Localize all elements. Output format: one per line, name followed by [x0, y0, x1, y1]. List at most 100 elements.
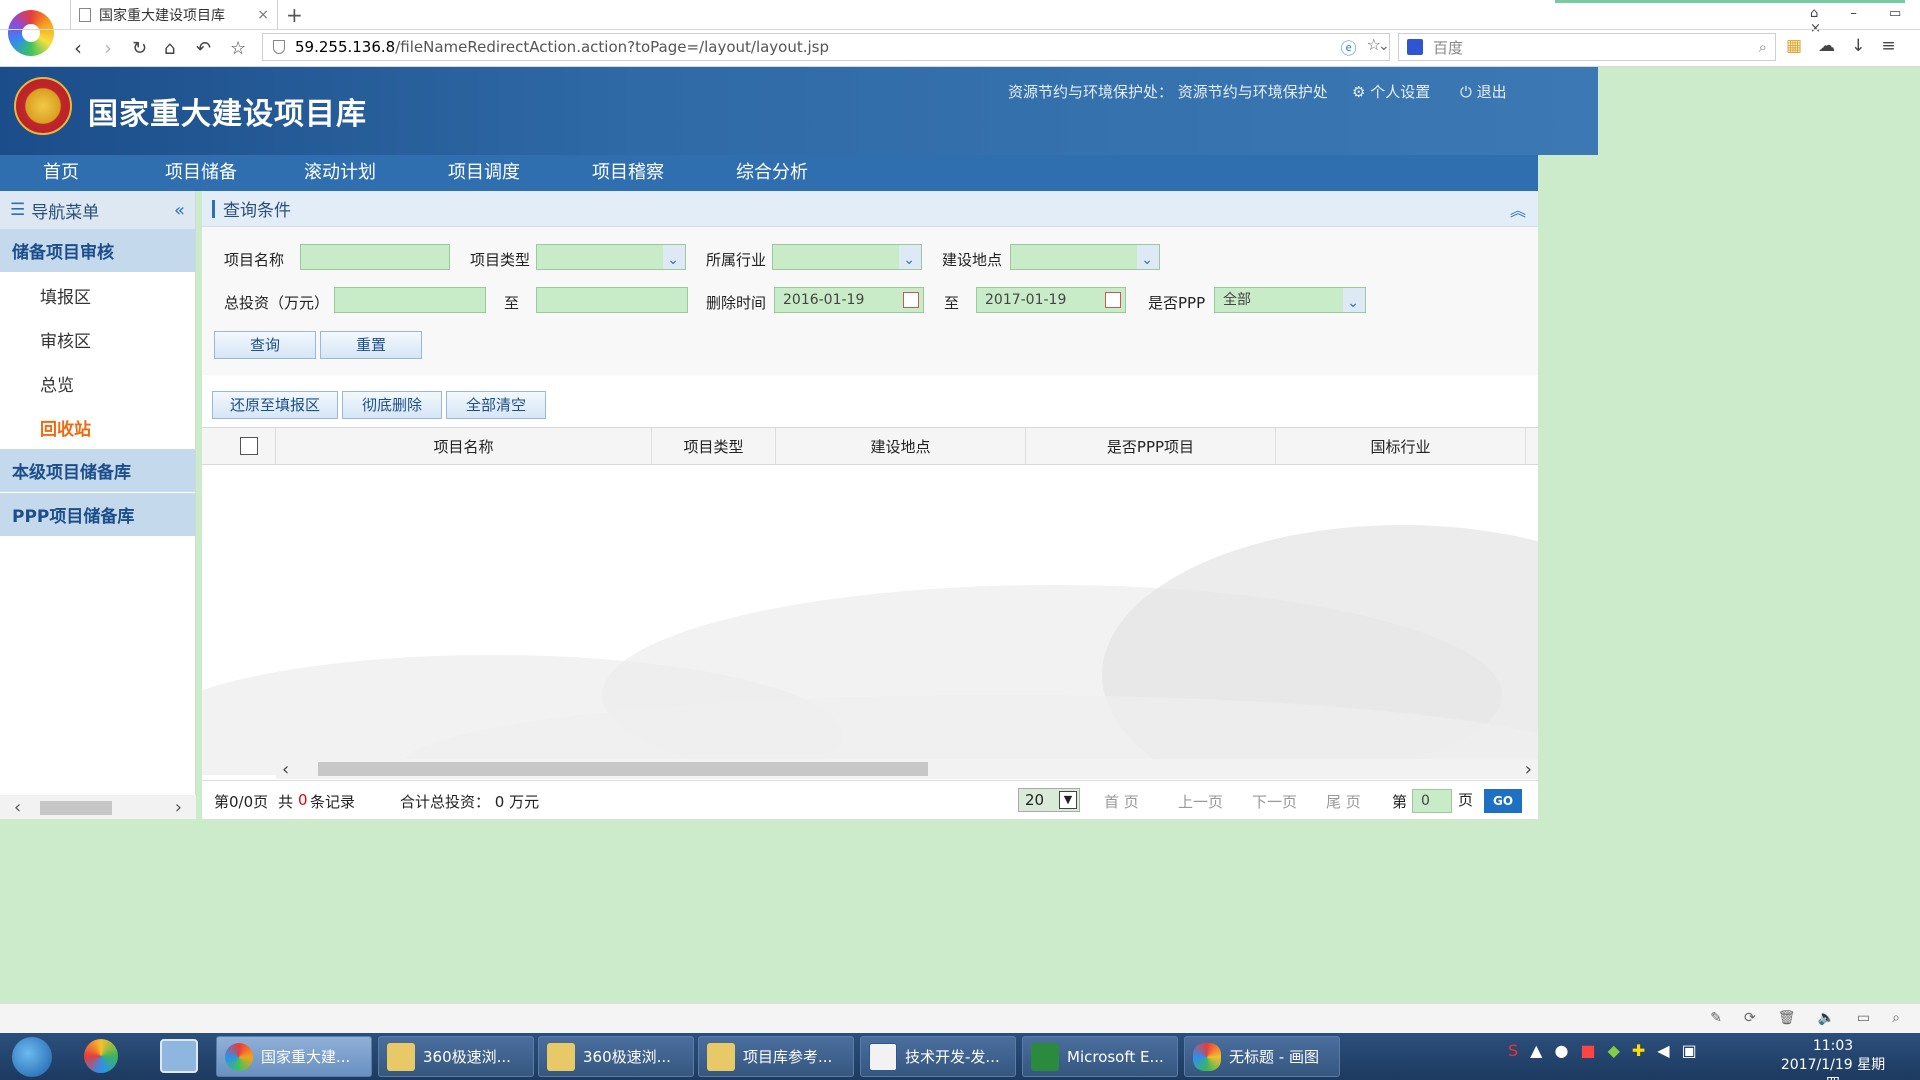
select-all-checkbox[interactable] [239, 437, 258, 455]
start-button[interactable] [12, 1037, 52, 1077]
project-type-select[interactable]: ⌄ [536, 244, 686, 270]
first-page-button[interactable]: 首 页 [1104, 791, 1139, 812]
address-bar[interactable]: 59.255.136.8/fileNameRedirectAction.acti… [262, 33, 1390, 61]
input-method-icon[interactable]: S [1508, 1041, 1518, 1060]
download-icon[interactable]: ↓ [1851, 36, 1865, 56]
taskbar-item[interactable]: 无标题 - 画图 [1184, 1036, 1340, 1077]
clock[interactable]: 11:03 2017/1/19 星期四 [1778, 1037, 1888, 1080]
scroll-left-icon[interactable]: ‹ [282, 759, 289, 780]
new-tab-button[interactable]: + [286, 3, 303, 27]
taskbar-item[interactable]: 国家重大建... [216, 1036, 372, 1077]
search-icon[interactable]: ⌕ [1759, 38, 1767, 56]
volume-icon[interactable]: 🔈 [1817, 1010, 1834, 1026]
collapse-sidebar-icon[interactable]: « [174, 200, 185, 221]
forward-icon[interactable]: › [104, 36, 112, 60]
location-label: 建设地点 [942, 251, 1003, 269]
logout-link[interactable]: ⏻ 退出 [1460, 81, 1507, 102]
search-button[interactable]: 查询 [214, 331, 316, 359]
computer-pinned-icon[interactable] [160, 1039, 198, 1073]
security-icon[interactable]: ◆ [1608, 1041, 1620, 1060]
date-to-input[interactable]: 2017-01-19 [976, 287, 1126, 313]
location-select[interactable]: ⌄ [1010, 244, 1160, 270]
reset-button[interactable]: 重置 [320, 331, 422, 359]
apps-icon[interactable]: ▦ [1786, 36, 1802, 56]
tab-project-reserve[interactable]: 项目储备 [134, 155, 268, 191]
page-size-select[interactable]: 20 ▼ [1018, 788, 1080, 812]
volume-icon[interactable]: ◀ [1657, 1041, 1669, 1060]
tab-project-schedule[interactable]: 项目调度 [412, 155, 556, 191]
browser-pinned-icon[interactable] [84, 1039, 118, 1073]
scroll-left-icon[interactable]: ‹ [14, 797, 21, 818]
sidebar-group-reserve-audit[interactable]: 储备项目审核 [0, 229, 195, 273]
prev-page-button[interactable]: 上一页 [1178, 791, 1223, 812]
column-header[interactable]: 建设地点 [776, 428, 1026, 464]
taskbar-item[interactable]: 项目库参考... [698, 1036, 854, 1077]
ie-mode-icon[interactable]: ⓔ [1341, 35, 1357, 59]
scroll-thumb[interactable] [318, 762, 928, 776]
undo-icon[interactable]: ↶ [196, 38, 211, 59]
qq-icon[interactable]: ● [1554, 1041, 1568, 1060]
column-header[interactable]: 国标行业 [1276, 428, 1526, 464]
home-icon[interactable]: ⌂ [164, 38, 175, 59]
sidebar-group-ppp-reserve[interactable]: PPP项目储备库 [0, 493, 195, 537]
search-input[interactable]: 百度 ⌕ [1398, 33, 1776, 61]
pin-icon[interactable]: ✎ [1710, 1010, 1722, 1026]
sidebar-scrollbar[interactable]: ‹ › [0, 795, 196, 819]
taskbar-item[interactable]: 技术开发-发... [860, 1036, 1016, 1077]
calendar-icon[interactable] [903, 292, 919, 308]
sidebar-item-overview[interactable]: 总览 [0, 361, 195, 405]
restore-button[interactable]: 还原至填报区 [212, 391, 338, 419]
reload-icon[interactable]: ↻ [132, 38, 147, 59]
chevron-down-icon[interactable]: ⌄ [1378, 38, 1390, 54]
folder-icon [387, 1042, 415, 1071]
settings-link[interactable]: ⚙ 个人设置 [1352, 81, 1430, 102]
sidebar-item-fill[interactable]: 填报区 [0, 273, 195, 317]
taskbar-item[interactable]: 360极速浏... [538, 1036, 694, 1077]
zoom-icon[interactable]: ⌕ [1892, 1010, 1900, 1026]
sidebar-group-local-reserve[interactable]: 本级项目储备库 [0, 449, 195, 493]
antivirus-icon[interactable]: ■ [1580, 1041, 1595, 1060]
grid-horizontal-scrollbar[interactable]: ‹ › [276, 759, 1538, 780]
ppp-select[interactable]: 全部 ⌄ [1214, 287, 1366, 313]
scroll-right-icon[interactable]: › [1525, 759, 1532, 780]
tab-rolling-plan[interactable]: 滚动计划 [268, 155, 412, 191]
calendar-icon[interactable] [1105, 292, 1121, 308]
refresh-icon[interactable]: ⟳ [1744, 1010, 1756, 1026]
project-name-input[interactable] [300, 244, 450, 270]
clear-all-button[interactable]: 全部清空 [446, 391, 546, 419]
window-icon[interactable]: ▭ [1857, 1010, 1870, 1026]
industry-select[interactable]: ⌄ [772, 244, 922, 270]
investment-max-input[interactable] [536, 287, 688, 313]
scroll-thumb[interactable] [40, 801, 112, 815]
taskbar-item[interactable]: 360极速浏... [378, 1036, 534, 1077]
column-header[interactable]: 项目类型 [652, 428, 776, 464]
date-from-input[interactable]: 2016-01-19 [774, 287, 924, 313]
investment-min-input[interactable] [334, 287, 486, 313]
sidebar-item-audit[interactable]: 审核区 [0, 317, 195, 361]
go-button[interactable]: GO [1484, 789, 1522, 813]
menu-icon[interactable]: ≡ [1881, 36, 1895, 56]
favorite-star-icon[interactable]: ☆ [230, 38, 246, 59]
column-header[interactable]: 项目名称 [276, 428, 652, 464]
tab-project-inspection[interactable]: 项目稽察 [556, 155, 700, 191]
tab-analysis[interactable]: 综合分析 [700, 155, 844, 191]
cloud-icon[interactable]: ☁ [1818, 36, 1835, 56]
back-icon[interactable]: ‹ [74, 36, 82, 60]
sidebar-item-recycle-bin[interactable]: 回收站 [0, 405, 195, 449]
goto-page-input[interactable]: 0 [1412, 789, 1452, 813]
taskbar-item[interactable]: Microsoft E... [1022, 1036, 1178, 1077]
last-page-button[interactable]: 尾 页 [1326, 791, 1361, 812]
taskbar-label: 技术开发-发... [905, 1048, 1000, 1066]
tab-home[interactable]: 首页 [0, 155, 122, 191]
network-icon[interactable]: ▣ [1682, 1041, 1697, 1060]
scroll-right-icon[interactable]: › [175, 797, 182, 818]
browser-tab[interactable]: 国家重大建设项目库 × [70, 0, 278, 30]
column-header[interactable]: 是否PPP项目 [1026, 428, 1276, 464]
trash-icon[interactable]: 🗑 [1778, 1010, 1796, 1026]
next-page-button[interactable]: 下一页 [1252, 791, 1297, 812]
add-icon[interactable]: ✚ [1632, 1041, 1645, 1060]
collapse-up-icon[interactable]: ︽ [1510, 197, 1526, 221]
tab-close-icon[interactable]: × [257, 7, 269, 23]
tray-expand-icon[interactable]: ▲ [1530, 1041, 1542, 1060]
delete-button[interactable]: 彻底删除 [342, 391, 442, 419]
